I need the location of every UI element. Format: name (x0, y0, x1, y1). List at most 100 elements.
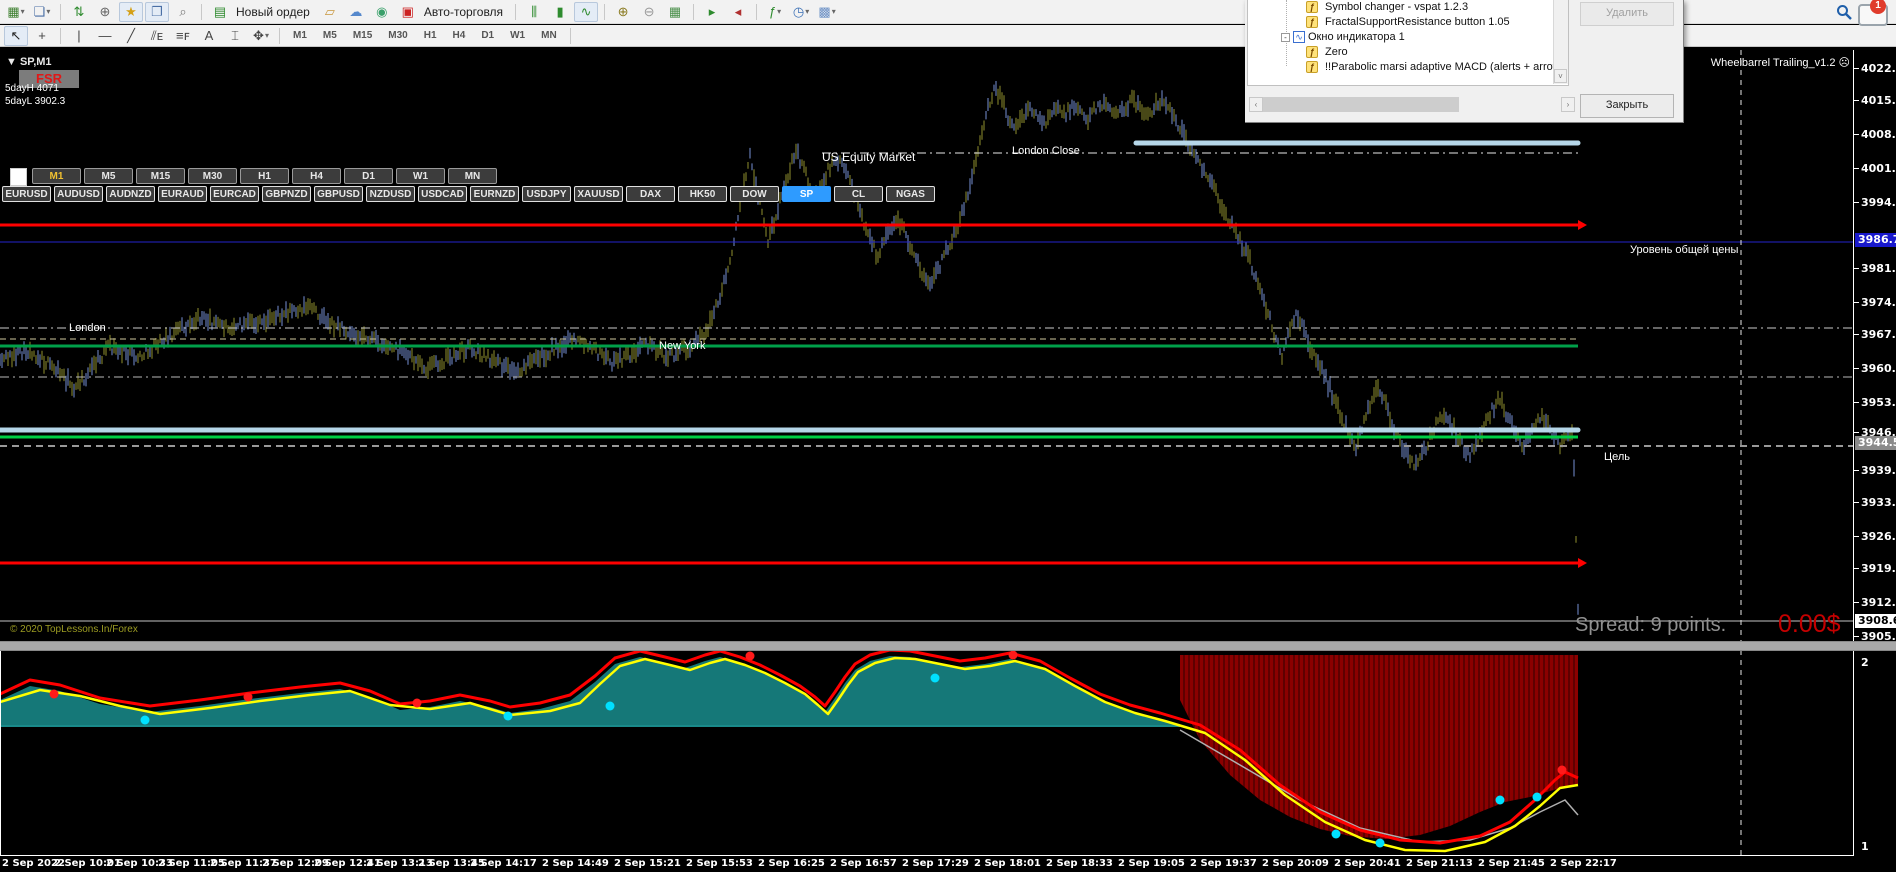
chart-symbol-button-gbpusd[interactable]: GBPUSD (314, 186, 363, 202)
new-order-button[interactable]: ▤ (208, 2, 232, 22)
dropdown-arrow-icon: ▾ (805, 7, 810, 16)
dialog-vertical-scrollbar[interactable]: ˅ (1553, 0, 1568, 84)
chart-symbol-button-hk50[interactable]: HK50 (678, 186, 727, 202)
indicators-button[interactable]: ƒ ▾ (763, 2, 787, 22)
calendar-button[interactable]: ▱ (318, 2, 342, 22)
community-button[interactable]: ☁ (344, 2, 368, 22)
chart-symbol-button-audnzd[interactable]: AUDNZD (106, 186, 155, 202)
indicators-tree[interactable]: ƒ Symbol changer - vspat 1.2.3 ƒ FractalSup… (1247, 0, 1569, 86)
price-tick-label: 3939.5 (1861, 464, 1896, 477)
toolbar-timeframe-d1[interactable]: D1 (474, 30, 501, 41)
chart-symbol-button-dow[interactable]: DOW (730, 186, 779, 202)
chart-tf-button-m1[interactable]: M1 (32, 168, 81, 184)
chart-tf-button-h4[interactable]: H4 (292, 168, 341, 184)
chart-tf-button-d1[interactable]: D1 (344, 168, 393, 184)
toolbar-separator (756, 3, 758, 20)
market-watch-button[interactable]: ❐ (145, 1, 169, 22)
tree-expander-icon[interactable]: - (1281, 33, 1290, 42)
chart-tf-button-m15[interactable]: M15 (136, 168, 185, 184)
chart-tf-button-m5[interactable]: M5 (84, 168, 133, 184)
five-day-high-label: 5dayH 4071 (5, 83, 59, 94)
candlestick-chart-button[interactable]: ▮ (548, 2, 572, 22)
scroll-to-end-button[interactable]: ⇅ (67, 2, 91, 22)
toolbar-timeframe-h1[interactable]: H1 (417, 30, 444, 41)
go-to-date-button[interactable]: ◂ (726, 2, 750, 22)
text-tool-button[interactable]: A (197, 26, 221, 46)
quick-search-icon: ⌕ (179, 3, 187, 19)
chart-symbol-button-sp[interactable]: SP (782, 186, 831, 202)
zoom-out-button[interactable]: ⊖ (637, 2, 661, 22)
chart-tf-button-h1[interactable]: H1 (240, 168, 289, 184)
time-axis-label: 2 Sep 18:33 (1046, 858, 1113, 869)
chart-symbol-button-xauusd[interactable]: XAUUSD (574, 186, 623, 202)
indicator-sell-dot (1008, 650, 1018, 660)
time-axis-label: 2 Sep 15:53 (686, 858, 753, 869)
price-tick-label: 4008.5 (1861, 128, 1896, 141)
chart-symbol-button-nzdusd[interactable]: NZDUSD (366, 186, 415, 202)
toolbar-separator (515, 3, 517, 20)
toolbar-timeframe-m30[interactable]: M30 (381, 30, 414, 41)
vertical-line-tool-button[interactable]: | (67, 26, 91, 46)
toolbar-timeframe-mn[interactable]: MN (534, 30, 564, 41)
search-icon[interactable] (1836, 4, 1852, 20)
auto-scroll-button[interactable]: ⊕ (93, 2, 117, 22)
chart-symbol-button-dax[interactable]: DAX (626, 186, 675, 202)
step-forward-button[interactable]: ▸ (700, 2, 724, 22)
templates-button[interactable]: ▩ ▾ (815, 2, 839, 22)
toolbar-timeframe-h4[interactable]: H4 (446, 30, 473, 41)
time-axis-label: 2 Sep 14:49 (542, 858, 609, 869)
chart-symbol-button-eurusd[interactable]: EURUSD (2, 186, 51, 202)
bar-chart-button[interactable]: ⫼ (522, 2, 546, 22)
delete-indicator-button[interactable]: Удалить (1580, 2, 1674, 26)
auto-trading-button[interactable]: ▣ (396, 2, 420, 22)
chart-tf-button-m30[interactable]: M30 (188, 168, 237, 184)
chart-symbol-button-audusd[interactable]: AUDUSD (54, 186, 103, 202)
crosshair-tool-button[interactable]: + (30, 26, 54, 46)
chart-tf-button-w1[interactable]: W1 (396, 168, 445, 184)
indicator-buy-dot (1375, 838, 1385, 848)
dialog-horizontal-scrollbar[interactable]: ‹ › (1249, 97, 1575, 112)
pane-splitter[interactable] (0, 641, 1896, 651)
toolbar-timeframe-w1[interactable]: W1 (503, 30, 532, 41)
cursor-tool-button[interactable]: ↖ (4, 25, 28, 46)
quick-search-button[interactable]: ⌕ (171, 2, 195, 22)
arrows-tool-button[interactable]: ✥ ▾ (249, 26, 273, 46)
chart-symbol-button-cl[interactable]: CL (834, 186, 883, 202)
time-axis-label: 2 Sep 19:05 (1118, 858, 1185, 869)
indicator-sell-dot (745, 651, 755, 661)
horizontal-line-tool-button[interactable]: — (93, 26, 117, 46)
chart-symbol-button-euraud[interactable]: EURAUD (158, 186, 207, 202)
text-label-tool-button[interactable]: ⌶ (223, 26, 247, 46)
scroll-down-button[interactable]: ˅ (1554, 69, 1567, 83)
chart-symbol-button-ngas[interactable]: NGAS (886, 186, 935, 202)
toolbar-separator (604, 3, 606, 20)
toolbar-timeframe-m15[interactable]: M15 (346, 30, 379, 41)
scrollbar-thumb[interactable] (1263, 97, 1459, 112)
scroll-right-button[interactable]: › (1561, 97, 1575, 112)
close-dialog-button[interactable]: Закрыть (1580, 94, 1674, 118)
price-tick-label: 3974.0 (1861, 296, 1896, 309)
indicator-sell-dot (1557, 765, 1567, 775)
chart-profiles-button[interactable]: ❏ ▾ (30, 2, 54, 22)
toolbar-timeframe-m5[interactable]: M5 (316, 30, 344, 41)
toolbar-timeframe-m1[interactable]: M1 (286, 30, 314, 41)
panel-toggle-button[interactable] (10, 168, 27, 186)
signals-button[interactable]: ◉ (370, 2, 394, 22)
trendline-tool-button[interactable]: ╱ (119, 26, 143, 46)
chart-symbol-button-eurnzd[interactable]: EURNZD (470, 186, 519, 202)
chart-symbol-button-gbpnzd[interactable]: GBPNZD (262, 186, 311, 202)
favorites-button[interactable]: ★ (119, 1, 143, 22)
zoom-in-button[interactable]: ⊕ (611, 2, 635, 22)
new-chart-button[interactable]: ▦ ▾ (4, 2, 28, 22)
tile-windows-button[interactable]: ▦ (663, 2, 687, 22)
chart-symbol-button-usdcad[interactable]: USDCAD (418, 186, 467, 202)
fibonacci-tool-button[interactable]: ≡ꜰ (171, 26, 195, 46)
price-tick-label: 3967.5 (1861, 328, 1896, 341)
chart-tf-button-mn[interactable]: MN (448, 168, 497, 184)
channel-tool-button[interactable]: ⫽ᴇ (145, 26, 169, 46)
chart-symbol-button-usdjpy[interactable]: USDJPY (522, 186, 571, 202)
chart-symbol-button-eurcad[interactable]: EURCAD (210, 186, 259, 202)
periods-button[interactable]: ◷ ▾ (789, 2, 813, 22)
line-chart-button[interactable]: ∿ (574, 1, 599, 22)
scroll-left-button[interactable]: ‹ (1249, 97, 1263, 112)
